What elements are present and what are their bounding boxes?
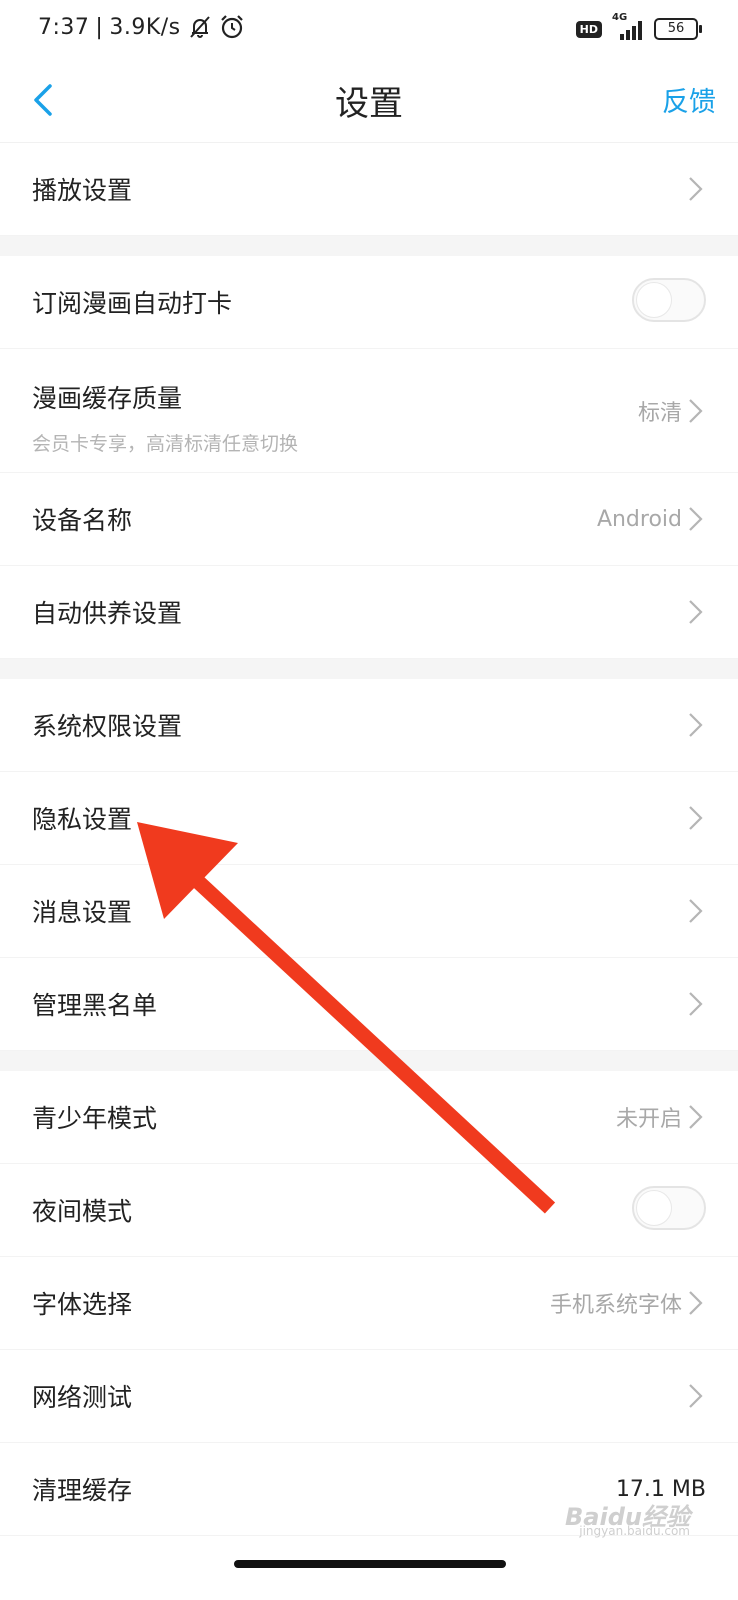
- row-youth-mode[interactable]: 青少年模式 未开启: [0, 1071, 738, 1164]
- clock: 7:37: [38, 14, 90, 40]
- row-label: 字体选择: [32, 1290, 133, 1319]
- row-label: 隐私设置: [32, 805, 133, 834]
- chevron-right-icon: [689, 507, 703, 531]
- toggle-knob: [636, 282, 672, 318]
- row-label: 夜间模式: [32, 1197, 133, 1226]
- row-network-test[interactable]: 网络测试: [0, 1350, 738, 1443]
- row-auto-feed[interactable]: 自动供养设置: [0, 566, 738, 659]
- row-label: 青少年模式: [32, 1104, 158, 1133]
- row-playback-settings[interactable]: 播放设置: [0, 143, 738, 236]
- row-label: 管理黑名单: [32, 991, 158, 1020]
- row-message-settings[interactable]: 消息设置: [0, 865, 738, 958]
- toggle-knob: [636, 1190, 672, 1226]
- row-system-permissions[interactable]: 系统权限设置: [0, 679, 738, 772]
- section-divider: [0, 1051, 738, 1071]
- chevron-right-icon: [689, 600, 703, 624]
- row-label: 自动供养设置: [32, 599, 183, 628]
- row-night-mode: 夜间模式: [0, 1164, 738, 1257]
- row-auto-checkin: 订阅漫画自动打卡: [0, 256, 738, 349]
- chevron-right-icon: [689, 992, 703, 1016]
- network-speed: 3.9K/s: [109, 14, 181, 40]
- auto-checkin-toggle[interactable]: [632, 278, 706, 322]
- status-right: HD 4G 56: [575, 12, 702, 42]
- row-label: 设备名称: [32, 506, 133, 535]
- row-privacy-settings[interactable]: 隐私设置: [0, 772, 738, 865]
- row-device-name[interactable]: 设备名称 Android: [0, 473, 738, 566]
- row-value: 手机系统字体: [549, 1293, 682, 1318]
- chevron-right-icon: [689, 806, 703, 830]
- row-value: Android: [596, 506, 682, 532]
- section-divider: [0, 236, 738, 256]
- battery-icon: 56: [654, 18, 702, 40]
- chevron-right-icon: [689, 1105, 703, 1129]
- hd-badge: HD: [575, 20, 602, 38]
- row-label: 清理缓存: [32, 1476, 133, 1505]
- feedback-button[interactable]: 反馈: [662, 80, 716, 119]
- battery-level: 56: [667, 21, 685, 36]
- row-label: 网络测试: [32, 1383, 133, 1412]
- status-left: 7:37 | 3.9K/s: [38, 14, 245, 40]
- page-title: 设置: [335, 84, 403, 124]
- notifications-muted-icon: [189, 16, 210, 38]
- gesture-nav-bar[interactable]: [234, 1560, 506, 1568]
- watermark-url: jingyan.baidu.com: [579, 1524, 690, 1538]
- chevron-right-icon: [689, 713, 703, 737]
- chevron-right-icon: [689, 177, 703, 201]
- row-label: 播放设置: [32, 176, 133, 205]
- row-label: 订阅漫画自动打卡: [32, 289, 233, 318]
- app-header: 设置 反馈: [0, 62, 738, 143]
- chevron-right-icon: [689, 899, 703, 923]
- row-label: 漫画缓存质量: [32, 384, 183, 413]
- row-cache-quality[interactable]: 漫画缓存质量 会员卡专享，高清标清任意切换 标清: [0, 349, 738, 473]
- signal-icon: 4G: [610, 12, 646, 42]
- section-divider: [0, 659, 738, 679]
- row-value: 标清: [637, 400, 682, 426]
- row-sublabel: 会员卡专享，高清标清任意切换: [32, 433, 299, 455]
- chevron-right-icon: [689, 1291, 703, 1315]
- alarm-icon: [220, 15, 243, 39]
- night-mode-toggle[interactable]: [632, 1186, 706, 1230]
- network-type: 4G: [612, 12, 628, 23]
- row-label: 系统权限设置: [32, 712, 183, 741]
- row-font-select[interactable]: 字体选择 手机系统字体: [0, 1257, 738, 1350]
- row-manage-blacklist[interactable]: 管理黑名单: [0, 958, 738, 1051]
- status-bar: 7:37 | 3.9K/s HD 4G 56: [0, 0, 738, 62]
- row-label: 消息设置: [32, 898, 133, 927]
- status-separator: |: [95, 14, 104, 40]
- row-value: 未开启: [615, 1107, 682, 1132]
- settings-list: 播放设置 订阅漫画自动打卡 漫画缓存质量 会员卡专享，高清标清任意切换 标清 设…: [0, 143, 738, 1536]
- chevron-right-icon: [689, 1384, 703, 1408]
- chevron-right-icon: [689, 398, 703, 423]
